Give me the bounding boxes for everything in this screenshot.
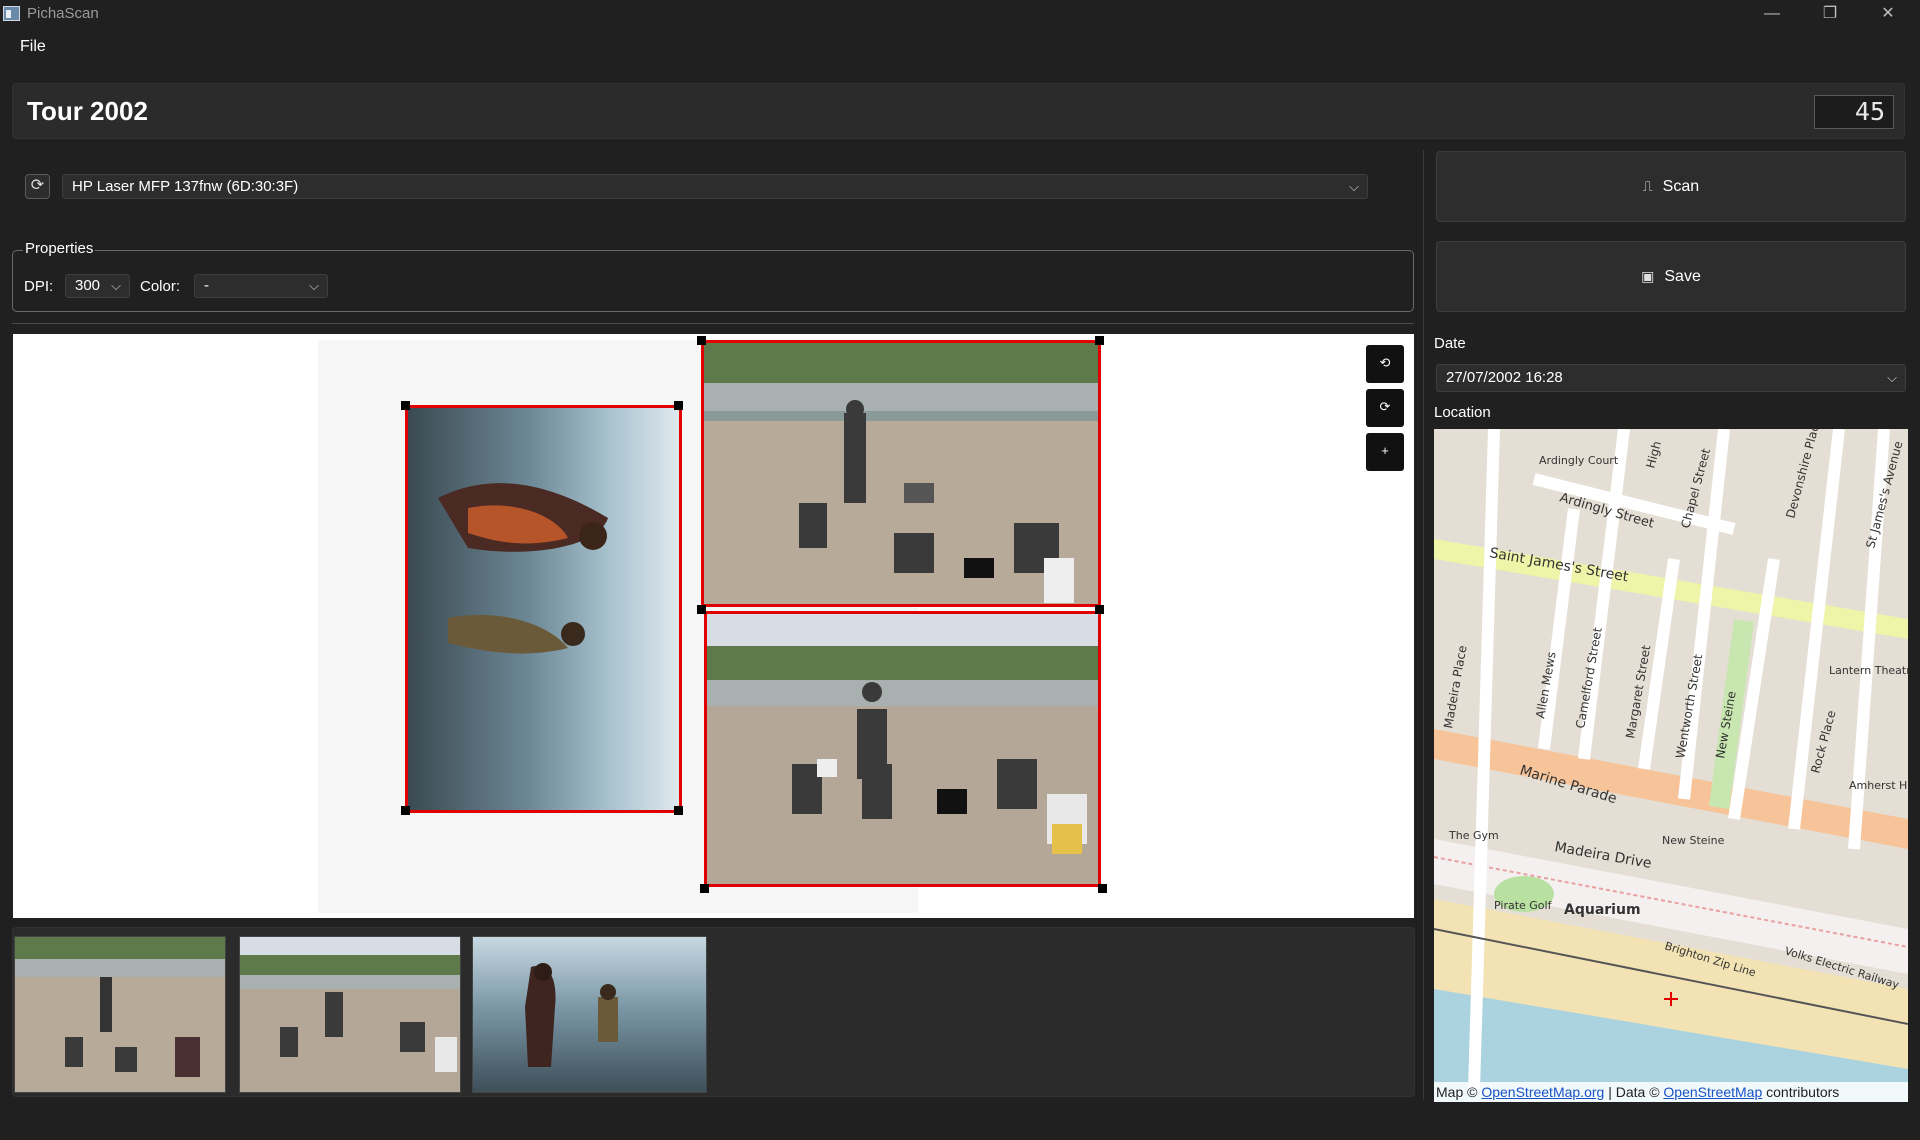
save-button[interactable]: ▣ Save bbox=[1436, 241, 1906, 312]
refresh-icon: ⟳ bbox=[30, 177, 45, 194]
scan-button-label: Scan bbox=[1662, 178, 1700, 195]
svg-text:Pirate Golf: Pirate Golf bbox=[1494, 899, 1553, 912]
save-icon: ▣ bbox=[1641, 268, 1655, 284]
attribution-middle: | Data © bbox=[1604, 1084, 1664, 1100]
photo-image-1 bbox=[408, 408, 679, 810]
album-title[interactable]: Tour 2002 bbox=[27, 96, 148, 127]
menu-file[interactable]: File bbox=[20, 38, 46, 56]
window-title: PichaScan bbox=[27, 5, 99, 22]
date-value: 27/07/2002 16:28 bbox=[1446, 369, 1563, 386]
chevron-down-icon: ⌵ bbox=[1887, 370, 1897, 385]
crop-handle[interactable] bbox=[674, 806, 683, 815]
date-picker[interactable]: 27/07/2002 16:28 ⌵ bbox=[1436, 364, 1906, 392]
color-select-value: - bbox=[204, 277, 209, 294]
crop-handle[interactable] bbox=[401, 401, 410, 410]
album-header: Tour 2002 45 bbox=[12, 83, 1905, 139]
thumbnail[interactable] bbox=[14, 936, 226, 1093]
photo-counter[interactable]: 45 bbox=[1814, 95, 1894, 129]
osm-link[interactable]: OpenStreetMap bbox=[1663, 1084, 1762, 1100]
app-icon bbox=[3, 6, 20, 21]
add-region-button[interactable]: + bbox=[1366, 433, 1404, 471]
svg-text:Lantern Theatre: Lantern Theatre bbox=[1829, 664, 1908, 677]
crop-handle[interactable] bbox=[697, 336, 706, 345]
properties-legend: Properties bbox=[23, 240, 96, 257]
save-button-label: Save bbox=[1664, 268, 1701, 285]
scanner-select[interactable]: HP Laser MFP 137fnw (6D:30:3F) ⌵ bbox=[62, 174, 1368, 199]
thumbnail-strip bbox=[12, 927, 1415, 1097]
chevron-down-icon: ⌵ bbox=[309, 278, 319, 293]
svg-text:Amherst House: Amherst House bbox=[1849, 779, 1908, 792]
map-attribution: Map © OpenStreetMap.org | Data © OpenStr… bbox=[1434, 1082, 1908, 1102]
dpi-select[interactable]: 300 ⌵ bbox=[65, 274, 130, 298]
photo-crop-region-3[interactable] bbox=[704, 611, 1101, 887]
svg-text:New Steine: New Steine bbox=[1662, 834, 1725, 847]
crop-handle[interactable] bbox=[1095, 605, 1104, 614]
thumbnail[interactable] bbox=[239, 936, 461, 1093]
color-label: Color: bbox=[140, 278, 181, 295]
svg-text:The Gym: The Gym bbox=[1448, 829, 1499, 842]
attribution-suffix: contributors bbox=[1762, 1084, 1840, 1100]
crop-handle[interactable] bbox=[1095, 336, 1104, 345]
crop-handle[interactable] bbox=[700, 884, 709, 893]
scanner-icon: ⎍ bbox=[1642, 178, 1653, 194]
close-button[interactable]: ✕ bbox=[1859, 0, 1917, 29]
rotate-left-button[interactable]: ⟲ bbox=[1366, 345, 1404, 383]
photo-image-2 bbox=[704, 343, 1098, 604]
location-map[interactable]: Ardingly Street Saint James's Street Mar… bbox=[1434, 429, 1908, 1102]
color-select[interactable]: - ⌵ bbox=[194, 274, 328, 298]
osm-org-link[interactable]: OpenStreetMap.org bbox=[1481, 1084, 1604, 1100]
scanner-select-value: HP Laser MFP 137fnw (6D:30:3F) bbox=[72, 178, 299, 195]
properties-group: Properties DPI: 300 ⌵ Color: - ⌵ bbox=[12, 240, 1414, 312]
date-label: Date bbox=[1434, 335, 1466, 352]
location-label: Location bbox=[1434, 404, 1491, 421]
thumbnail[interactable] bbox=[472, 936, 707, 1093]
crop-handle[interactable] bbox=[674, 401, 683, 410]
crop-handle[interactable] bbox=[697, 605, 706, 614]
title-bar: PichaScan — ❐ ✕ bbox=[0, 0, 1920, 29]
photo-image-3 bbox=[707, 614, 1098, 884]
crop-handle[interactable] bbox=[1098, 884, 1107, 893]
map-tiles: Ardingly Street Saint James's Street Mar… bbox=[1434, 429, 1908, 1102]
refresh-scanners-button[interactable]: ⟳ bbox=[25, 174, 50, 199]
scan-button[interactable]: ⎍ Scan bbox=[1436, 151, 1906, 222]
thumbnail-image-3 bbox=[473, 937, 706, 1092]
vertical-divider bbox=[1423, 150, 1424, 1100]
scan-preview[interactable]: ⟲ ⟳ + bbox=[13, 334, 1414, 918]
restore-button[interactable]: ❐ bbox=[1801, 0, 1859, 29]
thumbnail-image-2 bbox=[240, 937, 460, 1092]
divider bbox=[12, 323, 1414, 324]
chevron-down-icon: ⌵ bbox=[111, 278, 121, 293]
svg-text:Aquarium: Aquarium bbox=[1564, 902, 1641, 918]
dpi-select-value: 300 bbox=[75, 277, 101, 294]
dpi-label: DPI: bbox=[24, 278, 54, 295]
chevron-down-icon: ⌵ bbox=[1349, 179, 1359, 194]
thumbnail-image-1 bbox=[15, 937, 225, 1092]
photo-crop-region-2[interactable] bbox=[701, 340, 1101, 607]
crop-handle[interactable] bbox=[401, 806, 410, 815]
photo-crop-region-1[interactable] bbox=[405, 405, 682, 813]
minimize-button[interactable]: — bbox=[1743, 0, 1801, 29]
rotate-right-button[interactable]: ⟳ bbox=[1366, 389, 1404, 427]
attribution-prefix: Map © bbox=[1436, 1084, 1482, 1100]
svg-text:Ardingly Court: Ardingly Court bbox=[1539, 454, 1619, 467]
